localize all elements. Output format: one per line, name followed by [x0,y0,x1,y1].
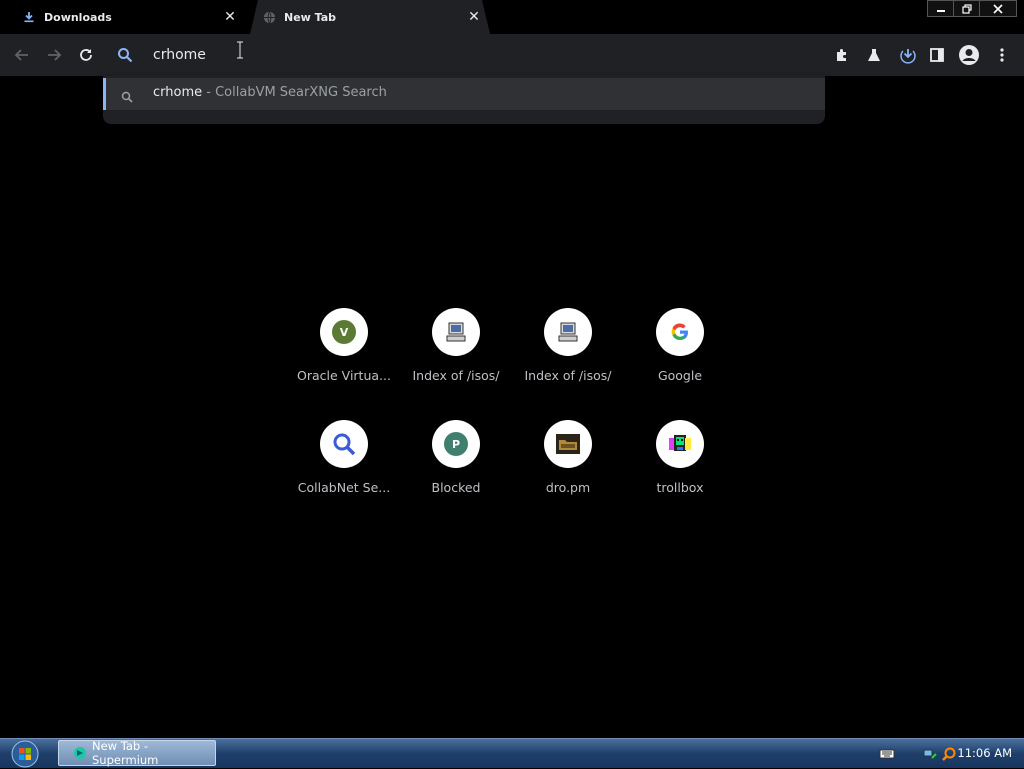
omnibox-suggestions: crhome - CollabVM SearXNG Search [103,76,825,124]
shortcut-tile[interactable]: P Blocked [400,420,512,520]
tab-strip: Downloads ✕ New Tab ✕ [0,0,1024,34]
extensions-puzzle-icon[interactable] [831,44,853,66]
taskbar-item-label: New Tab - Supermium [92,739,159,767]
shortcut-tile[interactable]: V Oracle Virtua... [288,308,400,408]
magnifier-icon [320,420,368,468]
suggestion-query: crhome [153,85,203,100]
back-icon[interactable] [11,44,33,66]
network-icon[interactable] [922,746,938,762]
supermium-icon [73,746,87,760]
taskbar-clock[interactable]: 11:06 AM [957,746,1012,760]
search-icon [121,88,133,107]
keyboard-icon[interactable] [879,746,895,762]
suggestion-separator: - [202,85,216,100]
dro-pm-icon [544,420,592,468]
forward-icon[interactable] [43,44,65,66]
svg-text:V: V [340,326,349,339]
v-letter-icon: V [320,308,368,356]
suggestion-description: CollabVM SearXNG Search [215,85,387,100]
restore-button[interactable] [953,0,980,17]
shortcut-label: trollbox [656,480,704,495]
tab-title: Downloads [44,10,112,24]
p-letter-icon: P [432,420,480,468]
shortcut-label: Oracle Virtua... [297,368,391,383]
shortcut-tile[interactable]: CollabNet Se... [288,420,400,520]
reload-icon[interactable] [75,44,97,66]
shortcut-tile[interactable]: Index of /isos/ [400,308,512,408]
globe-icon [262,10,276,24]
search-tray-icon[interactable] [941,746,957,762]
download-progress-icon[interactable] [897,44,919,66]
svg-text:P: P [452,438,460,451]
omnibox[interactable]: crhome [103,36,825,76]
shortcut-label: dro.pm [545,480,591,495]
taskbar-item-supermium[interactable]: New Tab - Supermium [58,739,216,767]
shortcut-tile[interactable]: dro.pm [512,420,624,520]
search-icon [117,47,133,67]
minimize-button[interactable] [927,0,954,17]
shortcut-tile[interactable]: Index of /isos/ [512,308,624,408]
shortcut-label: Google [657,368,703,383]
google-icon [656,308,704,356]
shortcut-tile[interactable]: Google [624,308,736,408]
omnibox-input[interactable]: crhome [153,47,206,63]
close-tab-icon[interactable]: ✕ [222,9,238,25]
shortcut-label: CollabNet Se... [297,480,391,495]
shortcut-label: Index of /isos/ [412,368,500,383]
tab-new-tab[interactable]: New Tab ✕ [250,0,490,34]
computer-icon [544,308,592,356]
tab-title: New Tab [284,10,337,24]
download-icon [22,10,36,24]
trollbox-icon [656,420,704,468]
suggestion-item[interactable]: crhome - CollabVM SearXNG Search [103,78,825,110]
suggestion-text: crhome - CollabVM SearXNG Search [153,85,387,100]
shortcut-label: Blocked [431,480,481,495]
text-cursor-icon [236,41,244,63]
close-window-button[interactable] [979,0,1017,17]
close-tab-icon[interactable]: ✕ [466,9,482,25]
menu-kebab-icon[interactable] [991,44,1013,66]
flask-icon[interactable] [863,44,885,66]
shortcut-tile[interactable]: trollbox [624,420,736,520]
computer-icon [432,308,480,356]
tab-downloads[interactable]: Downloads ✕ [8,0,246,34]
side-panel-icon[interactable] [926,44,948,66]
start-orb-icon[interactable] [8,739,42,769]
profile-avatar-icon[interactable] [958,44,980,66]
taskbar: New Tab - Supermium 11:06 AM [0,738,1024,768]
shortcut-label: Index of /isos/ [524,368,612,383]
